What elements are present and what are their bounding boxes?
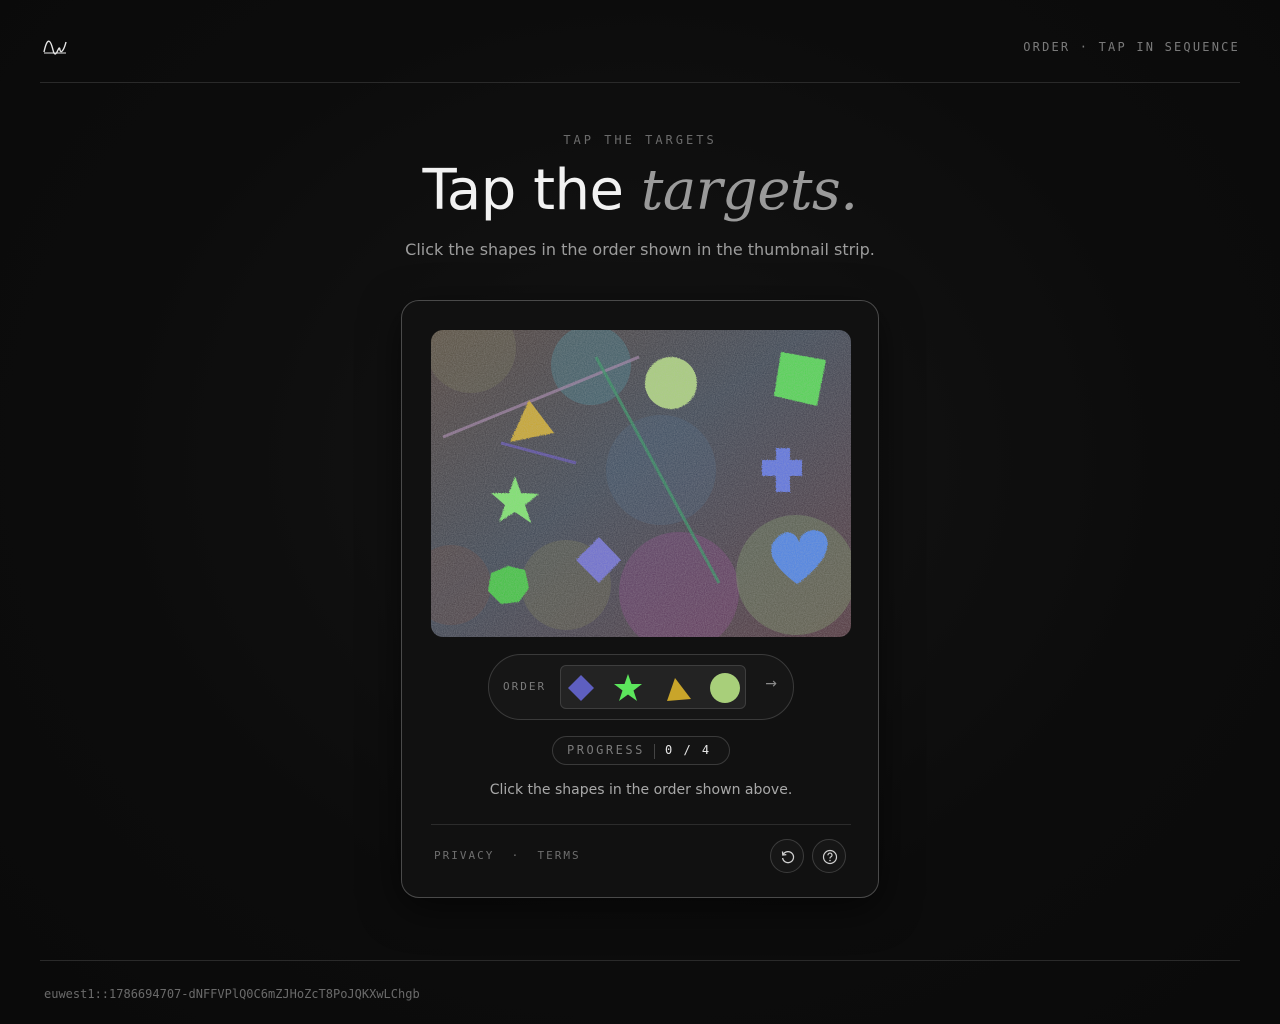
page-subtitle: Click the shapes in the order shown in t…: [405, 240, 875, 259]
progress-divider: [654, 744, 655, 759]
refresh-icon: [781, 850, 795, 864]
reload-button[interactable]: [770, 839, 804, 873]
progress-indicator: PROGRESS 0 / 4: [552, 736, 730, 765]
next-arrow-icon[interactable]: →: [765, 676, 777, 692]
footer-divider: [40, 960, 1240, 961]
wave-logo-icon[interactable]: [42, 36, 68, 56]
order-thumbnails: [560, 665, 746, 709]
help-button[interactable]: [812, 839, 846, 873]
privacy-link[interactable]: PRIVACY: [434, 849, 494, 862]
thumb-circle-icon: [710, 673, 740, 703]
challenge-instruction: Click the shapes in the order shown abov…: [489, 782, 793, 798]
site-header: ORDER · TAP IN SEQUENCE: [40, 0, 1240, 83]
title-emphasis: targets.: [640, 158, 858, 223]
thumb-star-icon: [614, 674, 642, 701]
terms-link[interactable]: TERMS: [537, 849, 580, 862]
help-circle-icon: [822, 849, 838, 865]
progress-label: PROGRESS: [567, 743, 645, 757]
page-title: Tap the targets.: [0, 158, 1280, 223]
order-label: ORDER: [503, 680, 547, 693]
order-strip: ORDER →: [488, 654, 794, 720]
progress-value: 0 / 4: [665, 743, 712, 757]
captcha-card: ORDER → PROGRESS 0 / 4 Click the shapes …: [401, 300, 879, 898]
eyebrow-label: TAP THE TARGETS: [563, 133, 717, 147]
links-separator: ·: [511, 849, 521, 862]
legal-links: PRIVACY · TERMS: [434, 849, 581, 862]
header-tag: ORDER · TAP IN SEQUENCE: [1023, 40, 1240, 54]
card-divider: [431, 824, 851, 825]
thumb-diamond-icon: [568, 675, 594, 701]
session-id: euwest1::1786694707-dNFFVPlQ0C6mZJHoZcT8…: [44, 987, 420, 1001]
title-plain: Tap the: [422, 158, 624, 223]
thumb-triangle-icon: [667, 678, 691, 701]
challenge-canvas[interactable]: [431, 330, 851, 637]
